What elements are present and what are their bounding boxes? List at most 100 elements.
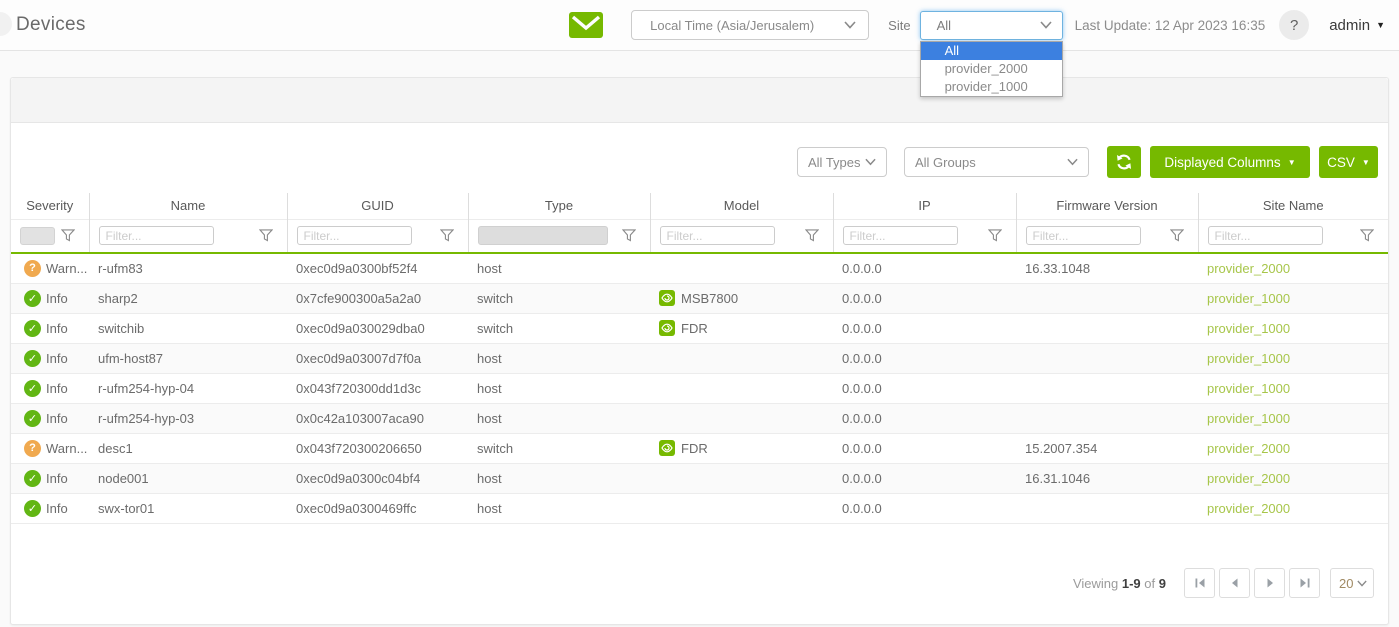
table-toolbar: All Types All Groups Displayed Columns ▼… [11,146,1378,178]
col-header-name[interactable]: Name [89,193,287,219]
type-filter-input [478,226,608,245]
viewing-status: Viewing 1-9 of 9 [1073,576,1166,591]
csv-button[interactable]: CSV ▼ [1319,146,1378,178]
nvidia-logo-icon [659,440,675,456]
severity-label: Warn... [46,261,87,276]
firmware-filter-input[interactable] [1026,226,1141,245]
viewing-total: 9 [1159,576,1166,591]
table-row[interactable]: ✓ Info sharp2 0x7cfe900300a5a2a0 switch … [11,283,1388,313]
severity-icon: ? [24,440,41,457]
device-ip: 0.0.0.0 [833,313,1016,343]
displayed-columns-button[interactable]: Displayed Columns ▼ [1150,146,1310,178]
card-header-band [11,78,1388,123]
severity-label: Info [46,471,68,486]
severity-icon: ✓ [24,410,41,427]
caret-down-icon: ▼ [1376,20,1385,30]
page-size-select[interactable]: 20 [1330,568,1374,598]
device-fw [1016,373,1198,403]
filter-funnel-icon[interactable] [805,229,819,242]
severity-label: Warn... [46,441,87,456]
type-filter-value: All Types [808,155,861,170]
device-type: switch [468,433,650,463]
device-fw [1016,403,1198,433]
device-table-body: ? Warn... r-ufm83 0xec0d9a0300bf52f4 hos… [11,253,1388,523]
group-filter-value: All Groups [915,155,976,170]
device-guid: 0xec0d9a0300469ffc [287,493,468,523]
site-option[interactable]: All [921,42,1062,60]
filter-funnel-icon[interactable] [440,229,454,242]
device-type: host [468,373,650,403]
col-header-type[interactable]: Type [468,193,650,219]
table-row[interactable]: ? Warn... desc1 0x043f720300206650 switc… [11,433,1388,463]
last-page-icon [1299,577,1311,589]
site-label: Site [888,18,910,33]
chevron-down-icon [844,21,856,29]
device-site: provider_1000 [1198,403,1388,433]
name-filter-input[interactable] [99,226,214,245]
col-header-severity[interactable]: Severity [11,193,89,219]
severity-label: Info [46,501,68,516]
filter-funnel-icon[interactable] [1360,229,1374,242]
table-row[interactable]: ✓ Info ufm-host87 0xec0d9a03007d7f0a hos… [11,343,1388,373]
site-option[interactable]: provider_1000 [921,78,1062,96]
col-header-guid[interactable]: GUID [287,193,468,219]
guid-filter-input[interactable] [297,226,412,245]
device-ip: 0.0.0.0 [833,253,1016,283]
col-header-ip[interactable]: IP [833,193,1016,219]
user-menu[interactable]: admin ▼ [1329,17,1385,34]
device-guid: 0x7cfe900300a5a2a0 [287,283,468,313]
menu-toggle-partial[interactable] [0,12,12,36]
next-page-button[interactable] [1254,568,1285,598]
table-row[interactable]: ✓ Info swx-tor01 0xec0d9a0300469ffc host… [11,493,1388,523]
help-button[interactable]: ? [1279,10,1309,40]
filter-funnel-icon[interactable] [622,229,636,242]
device-fw [1016,283,1198,313]
page-size-value: 20 [1339,576,1353,591]
type-filter-select[interactable]: All Types [797,147,887,177]
device-type: host [468,463,650,493]
device-name: node001 [89,463,287,493]
device-site: provider_1000 [1198,313,1388,343]
filter-funnel-icon[interactable] [988,229,1002,242]
caret-down-icon: ▼ [1288,158,1296,167]
severity-icon: ? [24,260,41,277]
chevron-down-icon [1067,158,1078,166]
device-fw: 16.31.1046 [1016,463,1198,493]
severity-icon: ✓ [24,500,41,517]
device-name: sharp2 [89,283,287,313]
model-filter-input[interactable] [660,226,775,245]
first-page-button[interactable] [1184,568,1215,598]
filter-funnel-icon[interactable] [1170,229,1184,242]
device-ip: 0.0.0.0 [833,283,1016,313]
mail-icon[interactable] [569,12,603,39]
col-header-site[interactable]: Site Name [1198,193,1388,219]
table-row[interactable]: ✓ Info r-ufm254-hyp-03 0x0c42a103007aca9… [11,403,1388,433]
ip-filter-input[interactable] [843,226,958,245]
site-option[interactable]: provider_2000 [921,60,1062,78]
table-row[interactable]: ✓ Info switchib 0xec0d9a030029dba0 switc… [11,313,1388,343]
last-page-button[interactable] [1289,568,1320,598]
timezone-select[interactable]: Local Time (Asia/Jerusalem) [631,10,869,40]
prev-page-button[interactable] [1219,568,1250,598]
device-ip: 0.0.0.0 [833,403,1016,433]
table-row[interactable]: ✓ Info node001 0xec0d9a0300c04bf4 host 0… [11,463,1388,493]
model-content: FDR [659,440,827,456]
table-row[interactable]: ✓ Info r-ufm254-hyp-04 0x043f720300dd1d3… [11,373,1388,403]
col-header-firmware[interactable]: Firmware Version [1016,193,1198,219]
site-select[interactable]: All [920,11,1063,40]
device-name: r-ufm254-hyp-04 [89,373,287,403]
device-fw [1016,343,1198,373]
filter-funnel-icon[interactable] [61,229,75,242]
model-label: MSB7800 [681,291,738,306]
refresh-button[interactable] [1107,146,1141,178]
filter-funnel-icon[interactable] [259,229,273,242]
group-filter-select[interactable]: All Groups [904,147,1089,177]
device-type: switch [468,283,650,313]
col-header-model[interactable]: Model [650,193,833,219]
page-title: Devices [16,14,86,36]
device-ip: 0.0.0.0 [833,373,1016,403]
model-label: FDR [681,441,708,456]
site-filter-input[interactable] [1208,226,1323,245]
device-guid: 0x0c42a103007aca90 [287,403,468,433]
table-row[interactable]: ? Warn... r-ufm83 0xec0d9a0300bf52f4 hos… [11,253,1388,283]
